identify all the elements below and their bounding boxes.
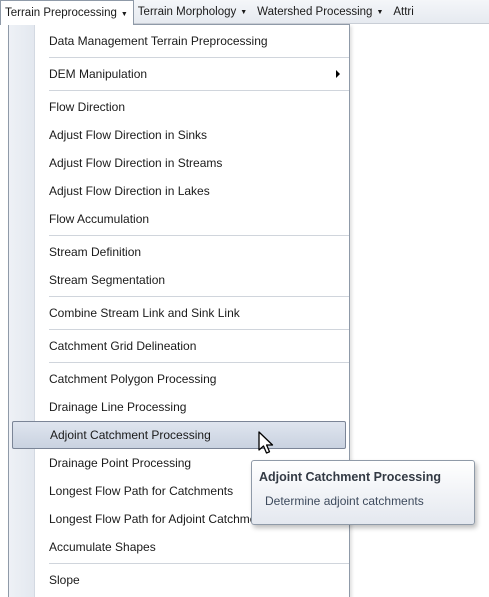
chevron-down-icon: ▼	[240, 9, 248, 16]
menu-separator	[49, 362, 349, 363]
menu-item-drainage-line[interactable]: Drainage Line Processing	[9, 393, 349, 421]
menu-item-label: Catchment Grid Delineation	[49, 339, 197, 353]
menu-label: Watershed Processing	[257, 5, 373, 18]
menu-item-stream-definition[interactable]: Stream Definition	[9, 238, 349, 266]
menu-item-adjust-flow-lakes[interactable]: Adjust Flow Direction in Lakes	[9, 177, 349, 205]
menu-item-label: Adjust Flow Direction in Streams	[49, 156, 223, 170]
menu-item-label: Catchment Polygon Processing	[49, 372, 217, 386]
menu-item-label: Longest Flow Path for Catchments	[49, 484, 234, 498]
menu-label: Terrain Preprocessing	[5, 7, 117, 19]
menu-item-label: Stream Segmentation	[49, 273, 166, 287]
menu-separator	[49, 90, 349, 91]
menu-item-flow-direction[interactable]: Flow Direction	[9, 93, 349, 121]
menu-item-label: Data Management Terrain Preprocessing	[49, 34, 268, 48]
submenu-arrow-icon	[336, 70, 340, 78]
menu-item-dem-manipulation[interactable]: DEM Manipulation	[9, 60, 349, 88]
menu-separator	[49, 57, 349, 58]
menu-item-label: Accumulate Shapes	[49, 540, 156, 554]
tooltip-description: Determine adjoint catchments	[265, 494, 424, 508]
menu-item-label: Flow Direction	[49, 100, 126, 114]
menu-item-flow-accumulation[interactable]: Flow Accumulation	[9, 205, 349, 233]
menu-separator	[49, 329, 349, 330]
menu-item-label: Combine Stream Link and Sink Link	[49, 306, 240, 320]
menu-item-combine-stream-link[interactable]: Combine Stream Link and Sink Link	[9, 299, 349, 327]
menu-item-label: DEM Manipulation	[49, 67, 148, 81]
menu-item-slope[interactable]: Slope	[9, 566, 349, 594]
menu-item-catchment-polygon[interactable]: Catchment Polygon Processing	[9, 365, 349, 393]
menu-item-label: Drainage Line Processing	[49, 400, 187, 414]
menu-item-label: Adjust Flow Direction in Sinks	[49, 128, 208, 142]
menu-separator	[49, 563, 349, 564]
menu-item-adjust-flow-streams[interactable]: Adjust Flow Direction in Streams	[9, 149, 349, 177]
menu-item-label: Stream Definition	[49, 245, 142, 259]
menu-separator	[49, 296, 349, 297]
menu-item-stream-segmentation[interactable]: Stream Segmentation	[9, 266, 349, 294]
chevron-down-icon: ▼	[120, 10, 128, 18]
menu-item-data-management[interactable]: Data Management Terrain Preprocessing	[9, 27, 349, 55]
menu-item-adjust-flow-sinks[interactable]: Adjust Flow Direction in Sinks	[9, 121, 349, 149]
menu-label: Attri	[393, 5, 414, 18]
tooltip-title: Adjoint Catchment Processing	[259, 470, 441, 484]
menu-bar: Terrain Preprocessing ▼ Terrain Morpholo…	[0, 0, 489, 25]
menu-attributes[interactable]: Attri	[389, 0, 419, 23]
mouse-cursor-icon	[258, 431, 274, 454]
chevron-down-icon: ▼	[376, 9, 384, 16]
menu-terrain-morphology[interactable]: Terrain Morphology ▼	[134, 0, 253, 23]
menu-item-label: Adjoint Catchment Processing	[50, 428, 211, 442]
menu-item-accumulate-shapes[interactable]: Accumulate Shapes	[9, 533, 349, 561]
menu-item-label: Longest Flow Path for Adjoint Catchments	[49, 512, 273, 526]
tooltip: Adjoint Catchment Processing Determine a…	[251, 460, 475, 525]
menu-item-label: Slope	[49, 573, 80, 587]
menu-separator	[49, 235, 349, 236]
menu-item-label: Adjust Flow Direction in Lakes	[49, 184, 210, 198]
menu-watershed-processing[interactable]: Watershed Processing ▼	[253, 0, 389, 23]
menu-label: Terrain Morphology	[137, 5, 237, 18]
menu-terrain-preprocessing[interactable]: Terrain Preprocessing ▼	[0, 0, 134, 25]
menu-item-adjoint-catchment[interactable]: Adjoint Catchment Processing	[12, 421, 346, 449]
menu-item-catchment-grid[interactable]: Catchment Grid Delineation	[9, 332, 349, 360]
menu-item-label: Flow Accumulation	[49, 212, 150, 226]
menu-item-label: Drainage Point Processing	[49, 456, 192, 470]
